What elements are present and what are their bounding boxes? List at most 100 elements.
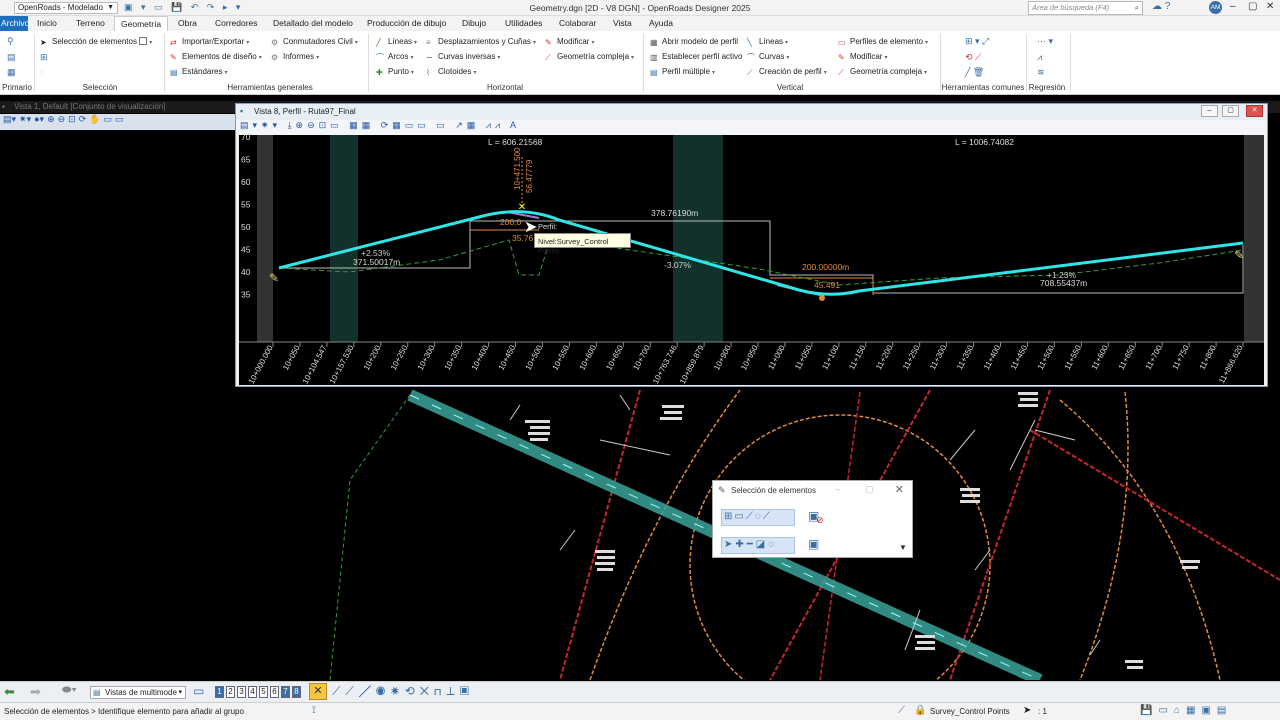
profile-maximize-button[interactable]: ▢ — [1222, 105, 1239, 117]
regression-3-icon[interactable]: ≋ — [1037, 67, 1045, 78]
v-curvas-button[interactable]: ⌒ Curvas ▾ — [747, 52, 789, 62]
forward-icon[interactable]: ➡ — [30, 684, 41, 700]
h-lineas-button[interactable]: ╱ Líneas ▾ — [376, 37, 417, 47]
seleccion-elementos-button[interactable]: ➤ Selección de elementos ▾ — [40, 37, 152, 47]
pan-icon[interactable]: ✋ — [89, 114, 100, 124]
curvas-inversas-button[interactable]: ∽ Curvas inversas ▾ — [426, 52, 500, 62]
view-button-6[interactable]: 6 — [270, 686, 279, 698]
view-button-2[interactable]: 2 — [226, 686, 235, 698]
elementos-diseno-button[interactable]: ✎ Elementos de diseño ▾ — [170, 52, 262, 62]
dialog-maximize-icon[interactable]: ▢ — [865, 484, 874, 495]
tab-archivo[interactable]: Archivo — [0, 16, 29, 31]
zoom-out-icon[interactable]: ⊖ — [58, 114, 66, 124]
tab-corredores[interactable]: Corredores — [215, 18, 258, 28]
clear-selection-icon[interactable]: ◌ — [40, 67, 45, 77]
v-modificar-button[interactable]: ✎ Modificar ▾ — [838, 52, 887, 62]
profile-close-button[interactable]: ✕ — [1246, 105, 1263, 117]
locate-icon[interactable]: ●▾ — [34, 114, 44, 124]
tab-obra[interactable]: Obra — [178, 18, 197, 28]
status-tool-icons[interactable]: 💾▭⌂▦▣▤ — [1140, 705, 1232, 716]
profile-view-toolbar[interactable]: ▤▾✷▾ ⤓⊕⊖⊡▭ ▦▦ ⟳▦▭▭ ▭ ↗▦ ⩘⩘ A — [236, 120, 1267, 135]
expand-dialog-icon[interactable]: ▼ — [899, 543, 907, 552]
start-marker-icon[interactable]: ✎ — [269, 271, 279, 285]
view-groups-icon[interactable]: ▭ — [193, 684, 204, 698]
select-all-button[interactable]: ▣ — [808, 537, 819, 551]
h-geometria-compleja-button[interactable]: ⟋ Geometría compleja ▾ — [545, 52, 634, 62]
properties-icon[interactable]: ▤ — [7, 52, 16, 63]
common-tool-3-icon[interactable]: ╱ 🗑 — [965, 67, 984, 78]
fit-view-icon[interactable]: ⊡ — [68, 114, 76, 124]
tab-geometria[interactable]: Geometría — [114, 16, 169, 31]
establecer-perfil-activo-button[interactable]: ▥ Establecer perfil activo — [650, 52, 742, 62]
importar-exportar-button[interactable]: ⇄ Importar/Exportar ▾ — [170, 37, 249, 47]
accudraw-icon[interactable]: ⟟ — [312, 705, 316, 716]
minimize-button[interactable]: – — [1230, 1, 1236, 12]
tab-detallado[interactable]: Detallado del modelo — [273, 18, 353, 28]
view-button-7[interactable]: 7 — [281, 686, 290, 698]
vpi-marker-2[interactable] — [819, 295, 825, 301]
tab-utilidades[interactable]: Utilidades — [505, 18, 542, 28]
clotoides-button[interactable]: ⌇ Clotoides ▾ — [426, 67, 476, 77]
snap-toggle-icon[interactable]: ✕ — [309, 683, 327, 700]
tab-dibujo[interactable]: Dibujo — [462, 18, 486, 28]
profile-view-window[interactable]: ▪ Vista 8, Perfil - Ruta97_Final – ▢ ✕ ▤… — [235, 103, 1268, 387]
tab-colaborar[interactable]: Colaborar — [559, 18, 596, 28]
design-profile-line[interactable] — [278, 210, 1244, 296]
maximize-button[interactable]: ▢ — [1248, 1, 1257, 12]
explorer-icon[interactable]: ⚲ — [7, 36, 14, 47]
lock-icon[interactable]: 🔒 — [914, 705, 926, 716]
tool-dropdown-icon[interactable]: ⬬▾ — [62, 684, 77, 697]
dialog-minimize-icon[interactable]: – — [835, 484, 840, 494]
selection-mode-icons[interactable]: ➤✚━◪◌ — [724, 539, 777, 550]
cloud-icon[interactable]: ☁ — [1152, 1, 1162, 12]
arcos-button[interactable]: ⌒ Arcos ▾ — [376, 52, 413, 62]
search-icon[interactable]: ⌕ — [1135, 2, 1139, 14]
creacion-perfil-button[interactable]: ⟋ Creación de perfil ▾ — [747, 67, 827, 77]
select-all-icon[interactable]: ⊞ — [40, 52, 48, 63]
back-icon[interactable]: ⬅ — [4, 684, 15, 700]
profile-view-titlebar[interactable]: ▪ Vista 8, Perfil - Ruta97_Final – ▢ ✕ — [236, 104, 1267, 120]
regression-2-icon[interactable]: ⩘ — [1037, 52, 1042, 63]
vpi-marker-icon[interactable]: ✕ — [518, 202, 526, 213]
element-icon[interactable]: ⟋ — [898, 705, 905, 716]
selection-method-group[interactable]: ⊞▭⟋◌⟋ — [721, 509, 795, 526]
profile-minimize-button[interactable]: – — [1201, 105, 1218, 117]
view-button-3[interactable]: 3 — [237, 686, 246, 698]
punto-button[interactable]: ✚ Punto ▾ — [376, 67, 414, 77]
perfiles-elemento-button[interactable]: ▭ Perfiles de elemento ▾ — [838, 37, 928, 47]
tab-vista[interactable]: Vista — [613, 18, 632, 28]
tab-produccion[interactable]: Producción de dibujo — [367, 18, 446, 28]
view1-toolbar[interactable]: ▤▾ ✷▾ ●▾ ⊕ ⊖ ⊡ ⟳ ✋ ▭ ▭ — [0, 114, 240, 130]
views-dropdown[interactable]: ▤ Vistas de multimode ▾ — [90, 686, 186, 699]
regression-1-icon[interactable]: ⋯ ▾ — [1037, 36, 1053, 47]
abrir-modelo-perfil-button[interactable]: ▦ Abrir modelo de perfil — [650, 37, 738, 47]
close-button[interactable]: ✕ — [1266, 1, 1274, 12]
end-marker-icon[interactable]: ✎ — [1234, 248, 1244, 262]
search-input[interactable]: Área de búsqueda (F4) ⌕ — [1028, 1, 1143, 15]
active-level[interactable]: Survey_Control Points — [930, 707, 1010, 716]
view-attributes-icon[interactable]: ▤▾ — [3, 114, 16, 124]
view-button-4[interactable]: 4 — [248, 686, 257, 698]
selection-mode-group[interactable]: ➤✚━◪◌ — [721, 537, 795, 554]
help-icon[interactable]: ? — [1165, 1, 1171, 12]
perfil-multiple-button[interactable]: ▤ Perfil múltiple ▾ — [650, 67, 715, 77]
v-geometria-compleja-button[interactable]: ⟋ Geometría compleja ▾ — [838, 67, 927, 77]
v-lineas-button[interactable]: ╲ Líneas ▾ — [747, 37, 788, 47]
snap-mode-icons[interactable]: ⟋⟋╱◉✷⟲✕⊓⊥▣ — [332, 684, 474, 699]
help-icons[interactable]: ☁ ? — [1152, 1, 1170, 12]
selection-method-icons[interactable]: ⊞▭⟋◌⟋ — [724, 511, 772, 522]
avatar[interactable]: AM — [1209, 1, 1222, 14]
view-button-8[interactable]: 8 — [292, 686, 301, 698]
view-button-5[interactable]: 5 — [259, 686, 268, 698]
display-style-icon[interactable]: ✷▾ — [19, 114, 31, 124]
next-view-icon[interactable]: ▭ — [115, 114, 124, 124]
tab-inicio[interactable]: Inicio — [37, 18, 57, 28]
informes-button[interactable]: ⚙ Informes ▾ — [271, 52, 319, 62]
profile-canvas[interactable]: 70 65 60 55 50 45 40 35 10+000.000 10+050 10+104.… — [239, 135, 1264, 385]
tab-terreno[interactable]: Terreno — [76, 18, 105, 28]
h-modificar-button[interactable]: ✎ Modificar ▾ — [545, 37, 594, 47]
selection-dialog[interactable]: ✎ Selección de elementos – ▢ ✕ ⊞▭⟋◌⟋ ▣ ⊘… — [712, 480, 913, 558]
rotate-icon[interactable]: ⟳ — [79, 114, 87, 124]
common-tool-1-icon[interactable]: ⊞ ▾ ⤢ — [965, 36, 989, 47]
desplazamientos-button[interactable]: ≡ Desplazamientos y Cuñas ▾ — [426, 37, 536, 47]
